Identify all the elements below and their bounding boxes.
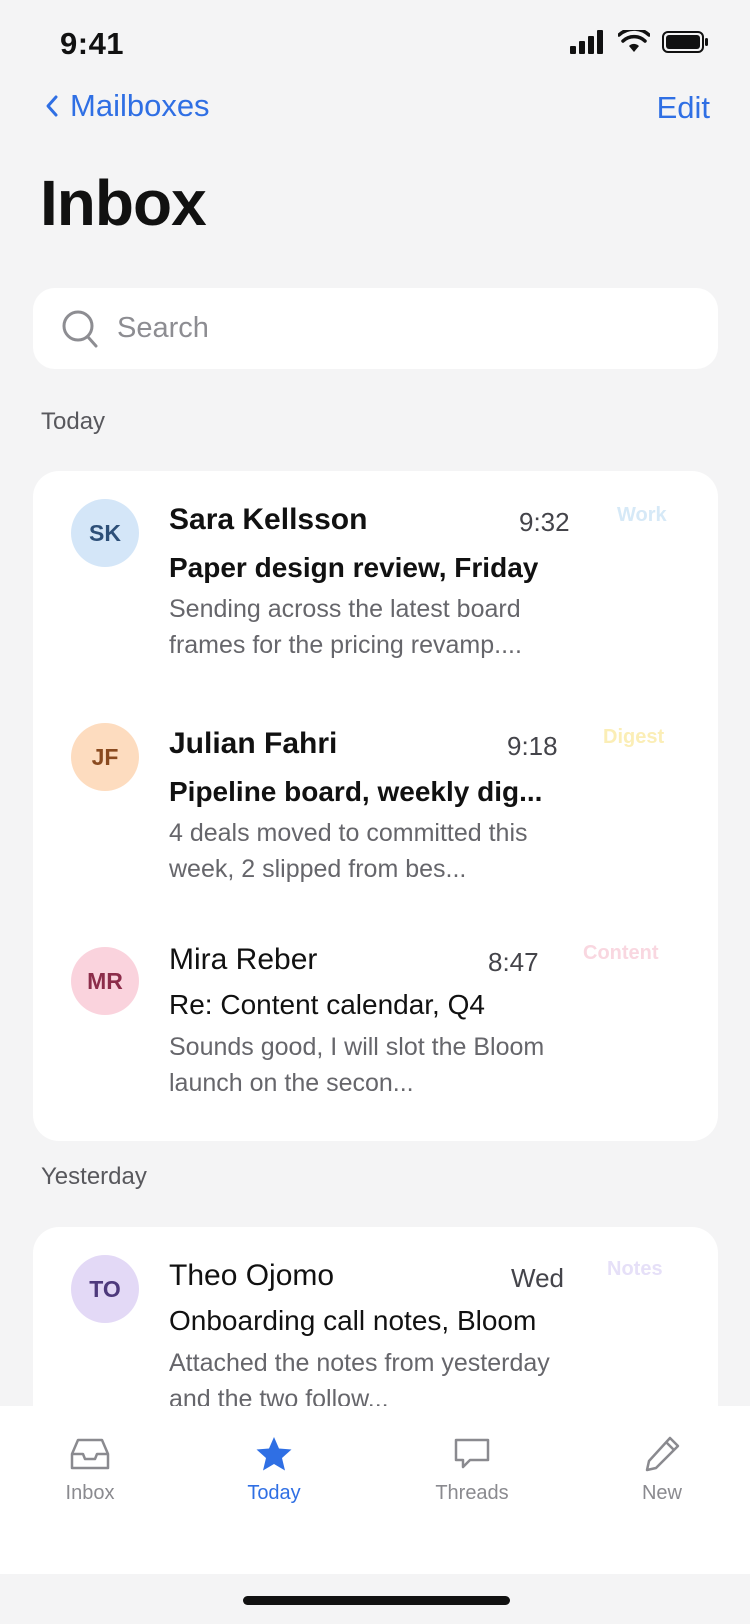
email-card-today: SK Sara Kellsson 9:32 Work Paper design … xyxy=(33,471,718,1141)
email-subject: Pipeline board, weekly dig... xyxy=(169,776,543,807)
tab-label: Inbox xyxy=(65,1482,115,1504)
email-tag: Notes xyxy=(607,1258,663,1280)
tab-threads[interactable]: Threads xyxy=(402,1434,542,1505)
back-button[interactable]: Mailboxes xyxy=(44,88,210,124)
email-subject: Re: Content calendar, Q4 xyxy=(169,989,485,1020)
tab-label: Today xyxy=(247,1482,301,1504)
chat-bubble-icon xyxy=(454,1438,490,1469)
cellular-signal-icon xyxy=(570,30,603,54)
email-time: 9:18 xyxy=(507,731,558,761)
email-subject: Paper design review, Friday xyxy=(169,552,539,583)
email-preview: Sounds good, I will slot the Bloom launc… xyxy=(169,1033,545,1097)
email-time: 9:32 xyxy=(519,507,570,537)
email-sender: Mira Reber xyxy=(169,943,318,976)
avatar: TO xyxy=(71,1255,139,1323)
email-sender: Theo Ojomo xyxy=(169,1259,335,1292)
status-bar: 9:41 xyxy=(0,0,750,90)
email-tag: Digest xyxy=(603,726,665,748)
chevron-left-icon xyxy=(46,95,58,117)
tab-new[interactable]: New xyxy=(592,1434,732,1505)
tab-label: New xyxy=(641,1482,682,1504)
tab-label: Threads xyxy=(435,1482,509,1504)
avatar: MR xyxy=(71,947,139,1015)
battery-icon xyxy=(662,31,708,53)
tab-inbox[interactable]: Inbox xyxy=(20,1434,160,1505)
email-sender: Sara Kellsson xyxy=(169,503,368,536)
email-row-mira-reber[interactable]: MR Mira Reber 8:47 Content Re: Content c… xyxy=(33,919,718,1139)
section-label-today: Today xyxy=(41,408,106,435)
status-icons xyxy=(570,30,710,54)
home-indicator xyxy=(243,1596,510,1605)
back-button-label: Mailboxes xyxy=(70,88,210,123)
inbox-icon xyxy=(70,1438,110,1470)
page-title: Inbox xyxy=(40,167,207,239)
email-row-julian-fahri[interactable]: JF Julian Fahri 9:18 Digest Pipeline boa… xyxy=(33,695,718,915)
tab-today[interactable]: Today xyxy=(204,1434,344,1505)
status-time: 9:41 xyxy=(60,26,125,61)
star-icon xyxy=(256,1437,292,1471)
email-time: 8:47 xyxy=(488,947,539,977)
section-label-yesterday: Yesterday xyxy=(41,1163,147,1190)
email-row-sara-kellsson[interactable]: SK Sara Kellsson 9:32 Work Paper design … xyxy=(33,471,718,691)
avatar: JF xyxy=(71,723,139,791)
pencil-icon xyxy=(645,1436,680,1472)
email-time: Wed xyxy=(511,1263,564,1293)
wifi-icon xyxy=(618,30,650,52)
email-preview: Sending across the latest board frames f… xyxy=(169,595,522,659)
email-sender: Julian Fahri xyxy=(169,727,338,760)
search-icon xyxy=(62,310,98,347)
avatar: SK xyxy=(71,499,139,567)
search-input[interactable] xyxy=(115,311,679,346)
edit-button[interactable]: Edit xyxy=(657,90,710,126)
email-tag: Work xyxy=(617,504,667,526)
email-tag: Content xyxy=(583,942,659,964)
tab-bar: Inbox Today Threads New xyxy=(0,1406,750,1574)
email-subject: Onboarding call notes, Bloom xyxy=(169,1305,537,1336)
search-bar[interactable] xyxy=(33,288,718,369)
email-preview: 4 deals moved to committed this week, 2 … xyxy=(169,819,528,883)
